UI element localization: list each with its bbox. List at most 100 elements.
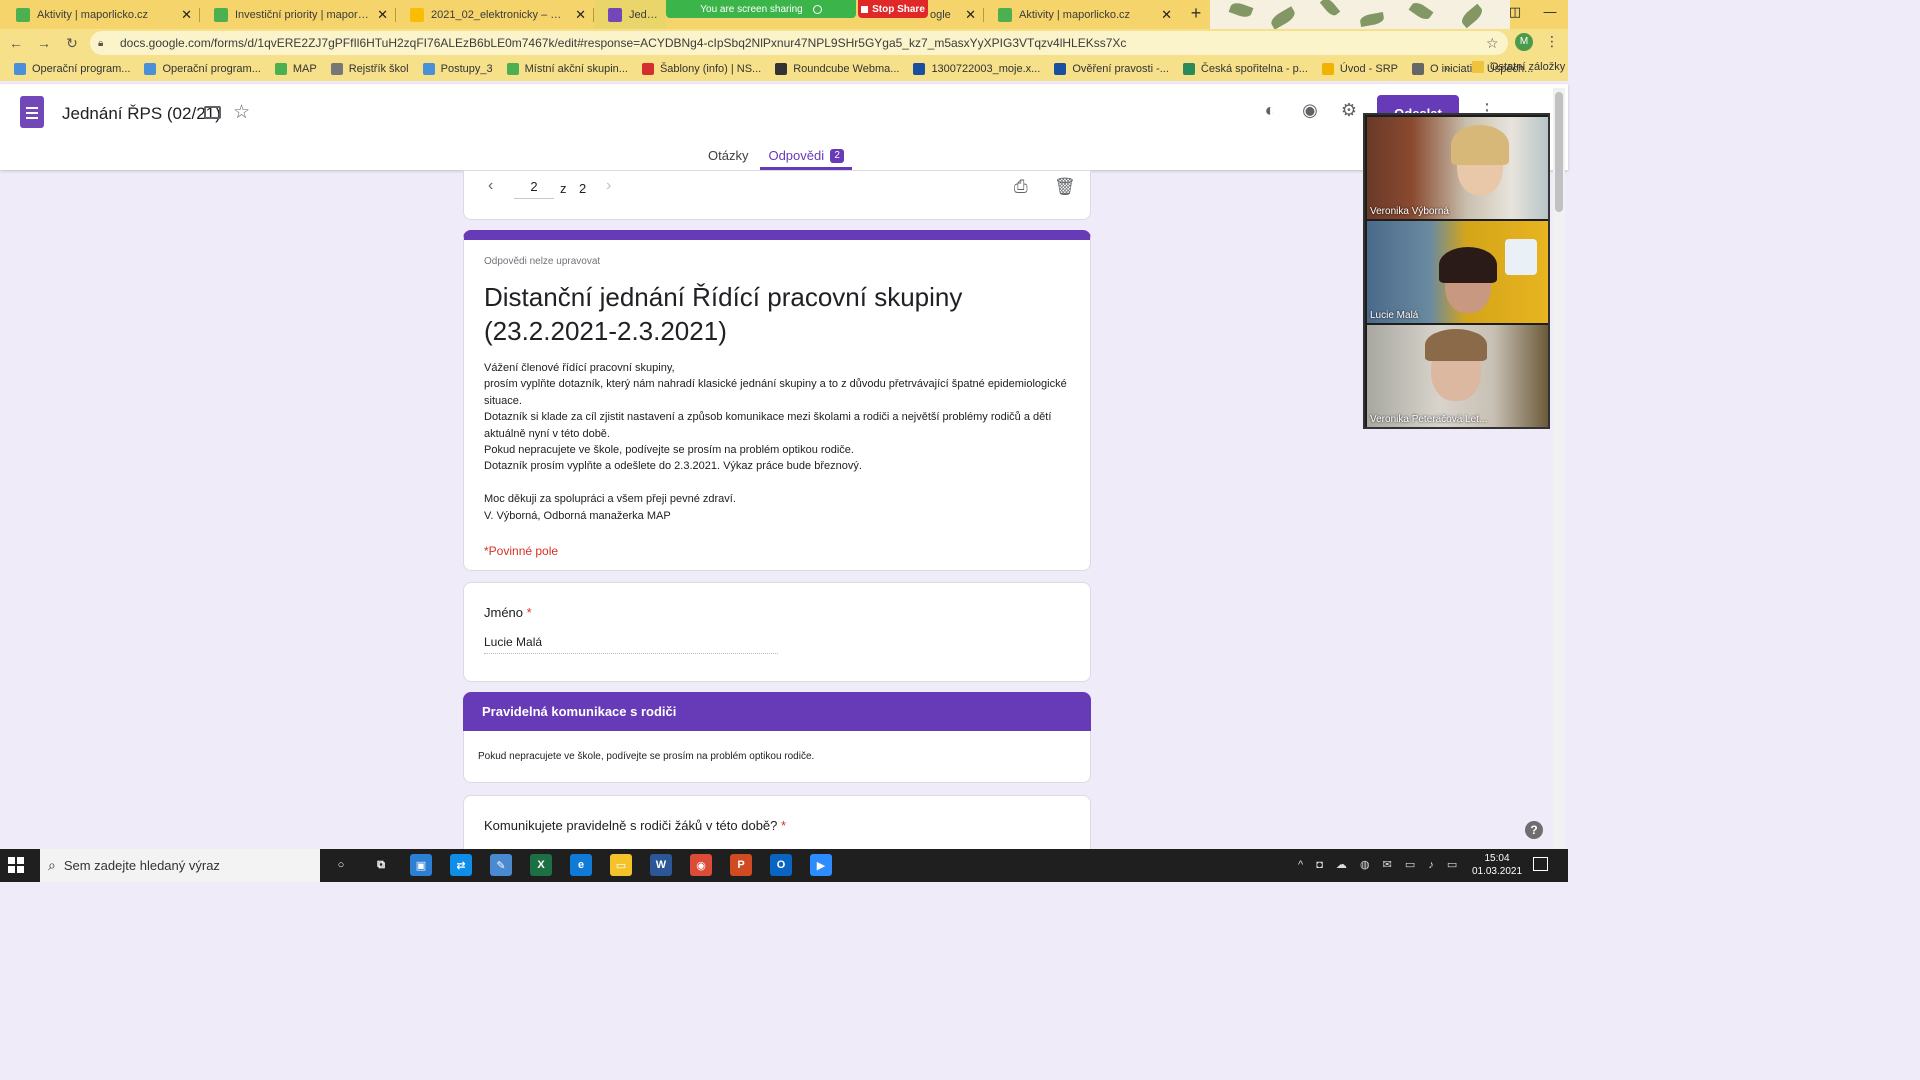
settings-gear-icon[interactable]: ⚙ [1337, 98, 1361, 122]
readonly-note: Odpovědi nelze upravovat [484, 256, 601, 267]
close-tab-icon[interactable]: ✕ [377, 7, 388, 23]
delete-response-icon[interactable]: 🗑︎ [1054, 177, 1076, 197]
bookmark-item[interactable]: Česká spořitelna - p... [1182, 63, 1308, 75]
browser-tab[interactable]: Aktivity | maporlicko.cz ✕ [984, 0, 1180, 29]
camera-icon[interactable]: ◫ [1505, 4, 1525, 24]
section-description: Pokud nepracujete ve škole, podívejte se… [478, 751, 815, 762]
forward-icon[interactable]: → [32, 31, 56, 55]
bookmarks-bar: Operační program... Operační program... MA… [0, 57, 1568, 81]
word-icon[interactable]: W [650, 854, 672, 876]
participant-video[interactable]: Lucie Malá [1367, 221, 1548, 323]
taskbar-search-input[interactable]: ⌕ Sem zadejte hledaný výraz [40, 849, 320, 882]
browser-toolbar: ← → ↻ 🔒︎ docs.google.com/forms/d/1qvERE2… [0, 29, 1568, 57]
notification-center-icon[interactable] [1533, 857, 1548, 871]
paint-icon[interactable]: ✎ [490, 854, 512, 876]
file-explorer-icon[interactable]: ▭ [610, 854, 632, 876]
bookmark-item[interactable]: Ověření pravosti -... [1054, 63, 1169, 75]
address-bar[interactable]: 🔒︎ docs.google.com/forms/d/1qvERE2ZJ7gPF… [90, 31, 1508, 55]
form-title[interactable]: Jednání ŘPS (02/21) [62, 104, 221, 124]
zoom-video-panel[interactable]: Veronika Výborná Lucie Malá Veronika Pet… [1363, 113, 1550, 429]
new-tab-button[interactable]: + [1186, 4, 1206, 24]
bookmark-favicon-icon [422, 63, 435, 75]
bookmark-item[interactable]: Úvod - SRP [1321, 63, 1398, 75]
bookmark-item[interactable]: 1300722003_moje.x... [913, 63, 1040, 75]
search-placeholder: Sem zadejte hledaný výraz [63, 858, 220, 873]
other-bookmarks-folder[interactable]: Ostatní záložky [1472, 61, 1565, 73]
print-icon[interactable]: ⎙ [1014, 177, 1028, 197]
remote-desktop-icon[interactable]: ▣ [410, 854, 432, 876]
chrome-icon[interactable]: ◉ [690, 854, 712, 876]
system-tray[interactable]: ^ ◘ ☁ ◍ ✉ ▭ ♪ ▭ [1298, 858, 1462, 871]
more-bookmarks-icon[interactable]: » [1444, 61, 1451, 75]
tab-responses[interactable]: Odpovědi 2 [760, 144, 853, 170]
powerpoint-icon[interactable]: P [730, 854, 752, 876]
bookmark-label: Roundcube Webma... [793, 63, 900, 75]
participant-video[interactable]: Veronika Výborná [1367, 117, 1548, 219]
scrollbar-thumb[interactable] [1555, 92, 1563, 212]
close-tab-icon[interactable]: ✕ [965, 7, 976, 23]
question-text: Komunikujete pravidelně s rodiči žáků v … [484, 818, 778, 833]
windows-start-icon[interactable] [8, 857, 24, 873]
tab-title: Aktivity | maporlicko.cz [1019, 8, 1131, 21]
tab-title: Aktivity | maporlicko.cz [37, 8, 149, 21]
preview-eye-icon[interactable]: ◉ [1298, 98, 1322, 122]
taskbar-clock[interactable]: 15:04 01.03.2021 [1470, 852, 1524, 878]
star-icon[interactable]: ☆ [233, 101, 250, 124]
task-view-icon[interactable]: ⧉ [370, 854, 392, 876]
url-text[interactable]: docs.google.com/forms/d/1qvERE2ZJ7gPFfIl… [120, 36, 1486, 50]
response-number-input[interactable]: 2 [514, 179, 554, 199]
screen-share-text: You are screen sharing [700, 3, 803, 15]
browser-tab[interactable]: 2021_02_elektronicky – Disk Goo ✕ [396, 0, 594, 29]
browser-tab[interactable]: Aktivity | maporlicko.cz ✕ [2, 0, 200, 29]
bookmark-item[interactable]: Operační program... [144, 63, 261, 75]
zoom-icon[interactable]: ▶ [810, 854, 832, 876]
bookmark-label: Šablony (info) | NS... [659, 63, 762, 75]
tab-title: Investiční priority | maporlicko.cz [235, 8, 371, 21]
browser-tab[interactable]: ogle ✕ [928, 0, 984, 29]
cortana-icon[interactable]: ○ [330, 854, 352, 876]
minimize-icon[interactable]: — [1540, 4, 1560, 24]
bookmark-star-icon[interactable]: ☆ [1486, 35, 1508, 52]
bookmark-item[interactable]: Šablony (info) | NS... [641, 63, 762, 75]
bookmark-label: Ověření pravosti -... [1072, 63, 1169, 75]
tab-title: 2021_02_elektronicky – Disk Goo [431, 8, 569, 21]
folder-icon[interactable] [204, 106, 221, 119]
excel-icon[interactable]: X [530, 854, 552, 876]
bookmark-item[interactable]: Rejstřík škol [330, 63, 409, 75]
bookmark-label: Místní akční skupin... [524, 63, 628, 75]
next-response-icon[interactable]: › [606, 177, 611, 195]
lock-icon[interactable]: 🔒︎ [98, 38, 112, 49]
stop-share-button[interactable]: Stop Share [858, 0, 928, 18]
previous-response-icon[interactable]: ‹ [488, 177, 493, 195]
tab-questions[interactable]: Otázky [700, 144, 756, 170]
bookmark-item[interactable]: Postupy_3 [422, 63, 493, 75]
bookmark-label: Rejstřík škol [348, 63, 409, 75]
bookmark-favicon-icon [1054, 63, 1067, 75]
close-tab-icon[interactable]: ✕ [1161, 7, 1172, 23]
screen-share-banner: You are screen sharing [666, 0, 856, 18]
close-tab-icon[interactable]: ✕ [181, 7, 192, 23]
help-icon[interactable]: ? [1525, 821, 1543, 839]
profile-avatar[interactable]: M [1515, 33, 1533, 51]
edge-icon[interactable]: e [570, 854, 592, 876]
browser-tab-active[interactable]: Jednání ŘPS (02/21) [594, 0, 666, 29]
bookmark-label: Úvod - SRP [1339, 63, 1398, 75]
outlook-icon[interactable]: O [770, 854, 792, 876]
palette-icon[interactable]: ◐ [1258, 98, 1282, 122]
browser-tab[interactable]: Investiční priority | maporlicko.cz ✕ [200, 0, 396, 29]
browser-menu-icon[interactable]: ⋮ [1545, 33, 1559, 53]
page-scrollbar[interactable] [1553, 88, 1565, 848]
teamviewer-icon[interactable]: ⇄ [450, 854, 472, 876]
folder-icon [1472, 61, 1484, 73]
google-forms-logo-icon[interactable] [20, 96, 44, 128]
forms-header: Jednání ŘPS (02/21) ☆ ◐ ◉ ⚙ Odeslat ⋮ Ot… [0, 84, 1568, 170]
bookmark-item[interactable]: Roundcube Webma... [775, 63, 899, 75]
bookmark-item[interactable]: Místní akční skupin... [506, 63, 628, 75]
bookmark-favicon-icon [506, 63, 519, 75]
reload-icon[interactable]: ↻ [60, 31, 84, 55]
bookmark-item[interactable]: MAP [274, 63, 317, 75]
bookmark-item[interactable]: Operační program... [14, 63, 130, 75]
participant-video[interactable]: Veronika Peteráčová Let... [1367, 325, 1548, 427]
close-tab-icon[interactable]: ✕ [575, 7, 586, 23]
back-icon[interactable]: ← [4, 31, 28, 55]
